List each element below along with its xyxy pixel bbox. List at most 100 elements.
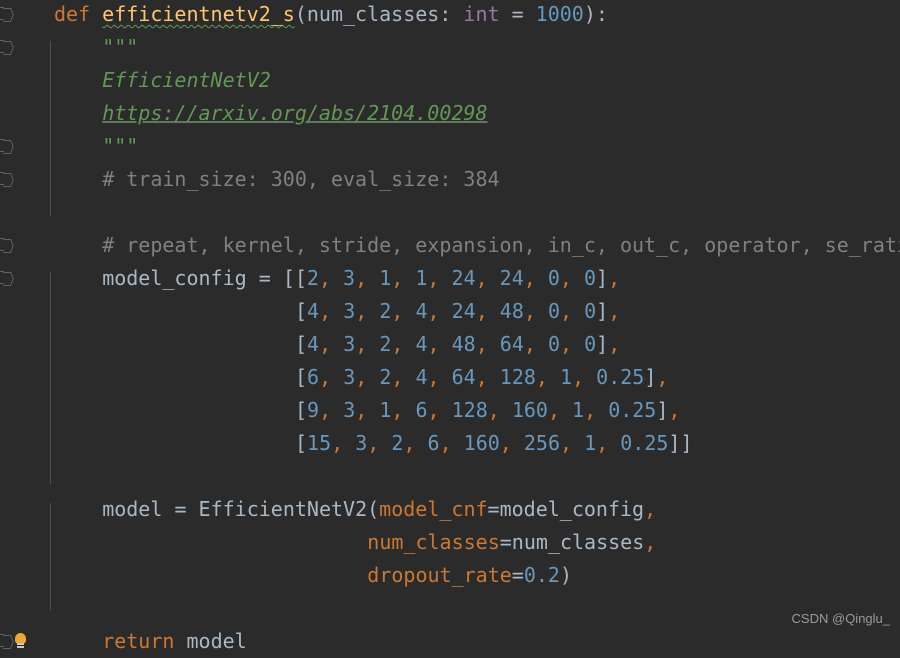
code-line[interactable]: num_classes=num_classes,	[367, 526, 656, 559]
code-token: ,	[427, 299, 452, 323]
code-token: 256	[523, 431, 560, 455]
code-token: 0	[583, 266, 597, 290]
code-token: ,	[355, 332, 380, 356]
code-token: 1000	[535, 2, 584, 26]
code-token: 1	[560, 365, 573, 389]
code-token: ,	[403, 431, 428, 455]
code-token: ,	[319, 299, 344, 323]
code-line[interactable]: # repeat, kernel, stride, expansion, in_…	[102, 229, 900, 262]
code-token: 3	[343, 332, 356, 356]
code-line[interactable]: [4, 3, 2, 4, 48, 64, 0, 0],	[295, 328, 620, 361]
lightbulb-icon[interactable]	[14, 633, 27, 649]
code-fold-marker[interactable]	[0, 139, 4, 152]
code-token: ):	[583, 2, 608, 26]
code-token: ]	[596, 332, 609, 356]
code-token: =	[499, 530, 512, 554]
code-token: num_classes	[511, 530, 645, 554]
code-token: 0.25	[608, 398, 657, 422]
code-token: ,	[523, 299, 548, 323]
code-token: 4	[415, 299, 428, 323]
code-token: ,	[331, 431, 356, 455]
code-token: 1	[415, 266, 428, 290]
code-token: model_config	[499, 497, 645, 521]
code-token: ,	[523, 266, 548, 290]
code-token: ,	[355, 365, 380, 389]
code-line[interactable]: # train_size: 300, eval_size: 384	[102, 163, 499, 196]
code-line[interactable]: def efficientnetv2_s(num_classes: int = …	[54, 0, 608, 31]
code-token: 3	[343, 398, 356, 422]
code-line[interactable]: """	[102, 31, 138, 64]
code-token: 0	[584, 299, 597, 323]
code-token: 2	[379, 332, 392, 356]
code-token: num_classes	[367, 530, 500, 554]
code-token: =	[246, 266, 283, 290]
code-token: model	[102, 497, 163, 521]
code-fold-marker[interactable]	[0, 238, 4, 251]
code-fold-marker[interactable]	[0, 634, 4, 647]
code-token: ,	[391, 332, 416, 356]
code-token: ]]	[668, 431, 693, 455]
code-token: 6	[307, 365, 320, 389]
code-fold-marker[interactable]	[0, 40, 4, 53]
code-fold-marker[interactable]	[0, 7, 4, 20]
code-token: ]	[596, 266, 609, 290]
editor-gutter[interactable]	[0, 0, 36, 648]
code-line[interactable]: https://arxiv.org/abs/2104.00298	[102, 97, 487, 130]
code-token: [[	[282, 266, 307, 290]
code-token: ,	[355, 398, 380, 422]
code-token: 3	[343, 299, 356, 323]
code-token: ]	[656, 398, 669, 422]
code-content-area[interactable]: def efficientnetv2_s(num_classes: int = …	[36, 0, 900, 653]
code-token: ,	[475, 266, 500, 290]
indent-guide	[50, 503, 51, 611]
fold-marker-arrow-icon	[3, 140, 10, 153]
code-token: EfficientNetV2	[198, 497, 368, 521]
code-token: ,	[572, 365, 597, 389]
code-token: 24	[451, 299, 476, 323]
code-token: [	[295, 431, 308, 455]
code-line[interactable]: EfficientNetV2	[102, 64, 271, 97]
code-token: 64	[499, 332, 524, 356]
code-line[interactable]: """	[102, 130, 138, 163]
code-line[interactable]: [9, 3, 1, 6, 128, 160, 1, 0.25],	[295, 394, 680, 427]
code-token: 4	[415, 332, 428, 356]
code-token: ,	[656, 365, 669, 389]
code-token: ,	[608, 266, 621, 290]
code-token: 48	[499, 299, 524, 323]
code-token: ,	[487, 398, 512, 422]
code-token: ]	[644, 365, 657, 389]
code-line[interactable]: model_config = [[2, 3, 1, 1, 24, 24, 0, …	[102, 262, 620, 295]
code-token: model	[186, 629, 247, 653]
code-token: 9	[307, 398, 320, 422]
code-token: ,	[475, 299, 500, 323]
code-line[interactable]: return model	[102, 625, 247, 658]
code-line[interactable]: [4, 3, 2, 4, 24, 48, 0, 0],	[295, 295, 620, 328]
code-token: 2	[391, 431, 404, 455]
code-token: 128	[451, 398, 488, 422]
code-token: ,	[439, 431, 464, 455]
code-line[interactable]: dropout_rate=0.2)	[367, 559, 572, 592]
code-token: efficientnetv2_s	[102, 2, 295, 26]
code-token: ,	[584, 398, 609, 422]
code-line[interactable]: [15, 3, 2, 6, 160, 256, 1, 0.25]]	[295, 427, 693, 460]
code-token: 24	[451, 266, 476, 290]
code-editor[interactable]: def efficientnetv2_s(num_classes: int = …	[0, 0, 900, 653]
code-token: [	[295, 365, 308, 389]
watermark-label: CSDN @Qinglu_	[791, 611, 890, 626]
code-fold-marker[interactable]	[0, 172, 4, 185]
code-line[interactable]: [6, 3, 2, 4, 64, 128, 1, 0.25],	[295, 361, 668, 394]
code-line[interactable]: model = EfficientNetV2(model_cnf=model_c…	[102, 493, 656, 526]
code-token: 1	[379, 398, 392, 422]
code-fold-marker[interactable]	[0, 271, 4, 284]
code-token: ,	[319, 398, 344, 422]
indent-guide	[50, 272, 51, 484]
code-token: 4	[415, 365, 428, 389]
code-token: 3	[343, 365, 356, 389]
code-token: ,	[427, 365, 452, 389]
code-token: ,	[608, 332, 621, 356]
code-token: EfficientNetV2	[102, 68, 271, 92]
code-token: 0.25	[596, 365, 645, 389]
code-token: 1	[379, 266, 392, 290]
fold-marker-arrow-icon	[3, 41, 10, 54]
code-token: =	[487, 497, 500, 521]
